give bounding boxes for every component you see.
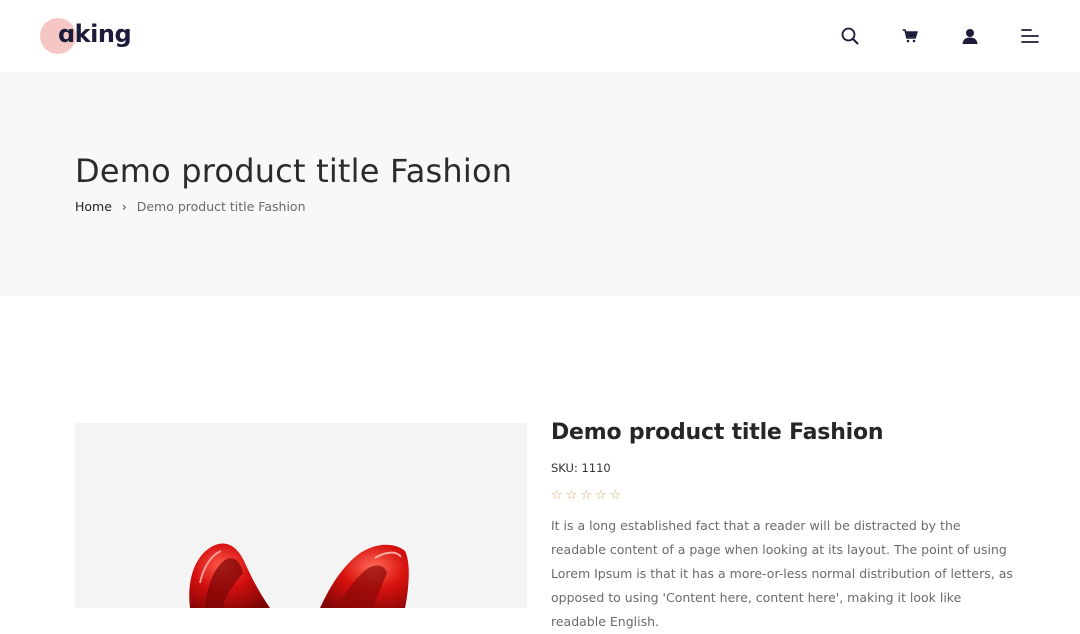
page-title: Demo product title Fashion [75, 152, 513, 190]
product-sku: SKU: 1110 [551, 461, 611, 475]
search-icon[interactable] [840, 26, 860, 46]
product-rating: ☆ ☆ ☆ ☆ ☆ [551, 489, 1021, 502]
product-description: It is a long established fact that a rea… [551, 518, 1013, 629]
red-high-heels-image [189, 543, 409, 608]
cart-icon[interactable] [900, 26, 920, 46]
star-icon: ☆ [551, 488, 563, 503]
page-title-banner: Demo product title Fashion Home › Demo p… [0, 72, 1080, 296]
breadcrumb-current: Demo product title Fashion [136, 199, 306, 214]
menu-icon[interactable] [1020, 26, 1040, 46]
user-icon[interactable] [960, 26, 980, 46]
logo-text: ɑking [58, 20, 132, 48]
star-icon: ☆ [594, 488, 607, 503]
breadcrumb-separator-icon: › [121, 199, 127, 214]
breadcrumb: Home › Demo product title Fashion [75, 199, 306, 214]
star-icon: ☆ [565, 488, 578, 503]
star-icon: ☆ [580, 488, 592, 503]
logo[interactable]: ɑking [40, 18, 140, 58]
product-details: Demo product title Fashion SKU: 1110 ☆ ☆… [551, 420, 1021, 634]
product-title: Demo product title Fashion [551, 420, 884, 445]
breadcrumb-home-link[interactable]: Home [75, 199, 112, 214]
header-icons [840, 24, 1040, 48]
star-icon: ☆ [609, 488, 622, 503]
product-image[interactable] [75, 423, 527, 608]
site-header: ɑking [0, 0, 1080, 72]
